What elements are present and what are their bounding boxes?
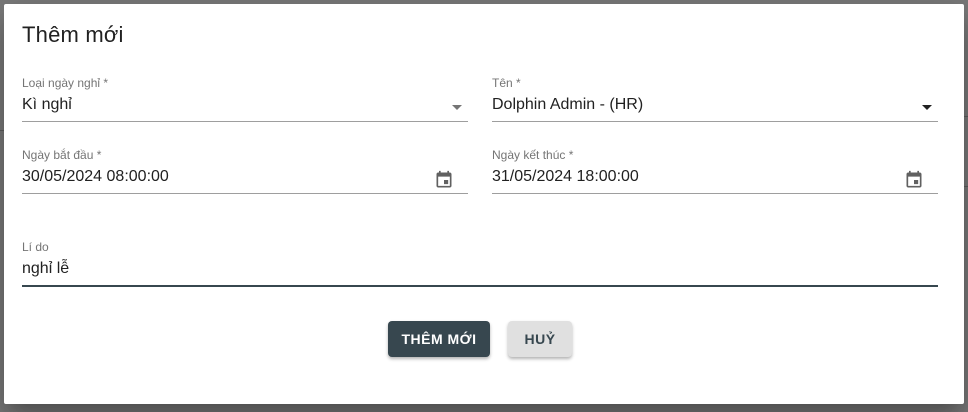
background-divider <box>964 186 968 187</box>
end-date-field[interactable]: Ngày kết thúc * 31/05/2024 18:00:00 <box>492 148 938 200</box>
name-select[interactable]: Tên * Dolphin Admin - (HR) <box>492 76 938 128</box>
reason-field[interactable]: Lí do nghỉ lễ <box>22 240 938 292</box>
reason-label: Lí do <box>22 240 49 254</box>
reason-value: nghỉ lễ <box>22 260 70 277</box>
calendar-icon[interactable] <box>434 170 454 190</box>
leave-type-value: Kì nghỉ <box>22 96 72 113</box>
field-underline <box>492 121 938 122</box>
name-value: Dolphin Admin - (HR) <box>492 96 644 113</box>
end-date-value: 31/05/2024 18:00:00 <box>492 168 639 185</box>
chevron-down-icon[interactable] <box>452 105 462 110</box>
field-underline <box>492 193 938 194</box>
leave-type-label: Loại ngày nghỉ * <box>22 76 109 90</box>
name-label: Tên * <box>492 76 521 90</box>
start-date-label: Ngày bắt đầu * <box>22 148 102 162</box>
add-button[interactable]: THÊM MỚI <box>388 321 490 357</box>
field-underline <box>22 121 468 122</box>
background-divider <box>964 116 968 117</box>
field-underline <box>22 285 938 287</box>
start-date-field[interactable]: Ngày bắt đầu * 30/05/2024 08:00:00 <box>22 148 468 200</box>
chevron-down-icon[interactable] <box>922 105 932 110</box>
start-date-value: 30/05/2024 08:00:00 <box>22 168 169 185</box>
add-leave-dialog: Thêm mới Loại ngày nghỉ * Kì nghỉ Tên * … <box>4 4 964 404</box>
cancel-button[interactable]: HUỶ <box>508 321 572 357</box>
dialog-title: Thêm mới <box>22 22 124 47</box>
leave-type-select[interactable]: Loại ngày nghỉ * Kì nghỉ <box>22 76 468 128</box>
field-underline <box>22 193 468 194</box>
end-date-label: Ngày kết thúc * <box>492 148 574 162</box>
calendar-icon[interactable] <box>904 170 924 190</box>
